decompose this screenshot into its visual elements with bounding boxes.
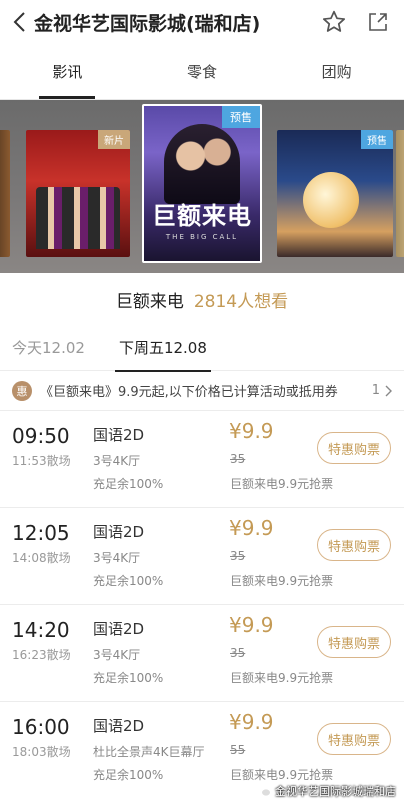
sale-price: ¥9.9	[229, 710, 274, 734]
start-time: 14:20	[12, 618, 70, 642]
date-tab-next-friday[interactable]: 下周五12.08	[114, 325, 211, 372]
tab-label: 团购	[321, 63, 352, 81]
end-time: 14:08散场	[12, 551, 71, 565]
tab-group-buy[interactable]: 团购	[269, 44, 404, 99]
movie-info: 巨额来电 2814人想看	[0, 273, 404, 325]
end-time: 18:03散场	[12, 745, 71, 759]
showtime-row[interactable]: 09:50 11:53散场 国语2D 3号4K厅 充足余100% ¥9.9 35…	[0, 411, 404, 508]
poster-selected[interactable]: 预售 巨额来电 THE BIG CALL	[142, 104, 262, 263]
discount-badge: 惠	[12, 380, 32, 401]
promo-label: 巨额来电9.9元抢票	[230, 574, 334, 588]
back-button[interactable]	[8, 7, 30, 37]
new-badge: 新片	[98, 130, 130, 149]
promo-label: 巨额来电9.9元抢票	[230, 477, 334, 491]
header: 金视华艺国际影城(瑞和店)	[0, 0, 404, 44]
tab-label: 影讯	[52, 63, 83, 81]
share-icon	[369, 13, 387, 31]
date-tab-today[interactable]: 今天12.02	[12, 325, 85, 371]
tab-showtimes[interactable]: 影讯	[0, 44, 135, 99]
promo-banner[interactable]: 惠 《巨额来电》9.9元起,以下价格已计算活动或抵用券 1	[0, 371, 404, 411]
start-time: 16:00	[12, 715, 70, 739]
language-format: 国语2D	[93, 717, 145, 735]
language-format: 国语2D	[93, 523, 145, 541]
poster-movie-3[interactable]: 预售	[277, 130, 393, 257]
start-time: 12:05	[12, 521, 70, 545]
watermark: 金视华艺国际影城瑞和店	[255, 783, 396, 799]
sale-price: ¥9.9	[229, 613, 274, 637]
buy-ticket-button[interactable]: 特惠购票	[317, 529, 391, 561]
original-price: 35	[230, 452, 246, 466]
hall-name: 杜比全景声4K巨幕厅	[93, 745, 205, 759]
poster-movie-1[interactable]: 新片	[26, 130, 130, 257]
start-time: 09:50	[12, 424, 70, 448]
hall-name: 3号4K厅	[93, 551, 141, 565]
star-icon	[322, 10, 346, 32]
poster-title: 巨额来电	[152, 202, 252, 230]
end-time: 11:53散场	[12, 454, 71, 468]
showtime-row[interactable]: 12:05 14:08散场 国语2D 3号4K厅 充足余100% ¥9.9 35…	[0, 508, 404, 605]
promo-text: 《巨额来电》9.9元起,以下价格已计算活动或抵用券	[40, 385, 338, 400]
poster-partial-right[interactable]	[396, 130, 404, 257]
sale-price: ¥9.9	[229, 516, 274, 540]
promo-label: 巨额来电9.9元抢票	[230, 768, 334, 782]
buy-ticket-button[interactable]: 特惠购票	[317, 432, 391, 464]
favorite-button[interactable]	[316, 4, 352, 40]
seat-availability: 充足余100%	[93, 768, 164, 782]
seat-availability: 充足余100%	[93, 477, 164, 491]
chevron-left-icon	[13, 12, 25, 32]
hall-name: 3号4K厅	[93, 454, 141, 468]
language-format: 国语2D	[93, 426, 145, 444]
date-tabs: 今天12.02 下周五12.08	[0, 325, 404, 372]
want-count: 2814人想看	[193, 291, 289, 312]
promo-count: 1	[371, 383, 380, 398]
showtime-list: 09:50 11:53散场 国语2D 3号4K厅 充足余100% ¥9.9 35…	[0, 411, 404, 799]
end-time: 16:23散场	[12, 648, 71, 662]
original-price: 35	[230, 549, 246, 563]
seat-availability: 充足余100%	[93, 671, 164, 685]
poster-artwork	[36, 187, 120, 249]
watermark-text: 金视华艺国际影城瑞和店	[275, 785, 396, 798]
hall-name: 3号4K厅	[93, 648, 141, 662]
language-format: 国语2D	[93, 620, 145, 638]
poster-artwork	[164, 124, 240, 204]
original-price: 55	[230, 743, 246, 757]
app-page: 金视华艺国际影城(瑞和店) 影讯 零食 团购 新片 预售 预售 巨额来电 THE…	[0, 0, 404, 805]
seat-availability: 充足余100%	[93, 574, 164, 588]
top-tabs: 影讯 零食 团购	[0, 44, 404, 100]
promo-label: 巨额来电9.9元抢票	[230, 671, 334, 685]
sale-price: ¥9.9	[229, 419, 274, 443]
showtime-row[interactable]: 14:20 16:23散场 国语2D 3号4K厅 充足余100% ¥9.9 35…	[0, 605, 404, 702]
buy-ticket-button[interactable]: 特惠购票	[317, 723, 391, 755]
poster-subtitle: THE BIG CALL	[165, 233, 239, 241]
movie-name: 巨额来电	[115, 291, 184, 312]
tab-snacks[interactable]: 零食	[135, 44, 270, 99]
presale-badge: 预售	[361, 130, 393, 149]
share-button[interactable]	[360, 4, 396, 40]
page-title: 金视华艺国际影城(瑞和店)	[34, 12, 261, 35]
tab-label: 零食	[187, 63, 218, 81]
buy-ticket-button[interactable]: 特惠购票	[317, 626, 391, 658]
chevron-right-icon	[385, 385, 392, 396]
original-price: 35	[230, 646, 246, 660]
poster-partial-left[interactable]	[0, 130, 10, 257]
wechat-icon	[255, 785, 271, 797]
presale-badge: 预售	[222, 106, 260, 128]
poster-artwork	[303, 172, 359, 228]
